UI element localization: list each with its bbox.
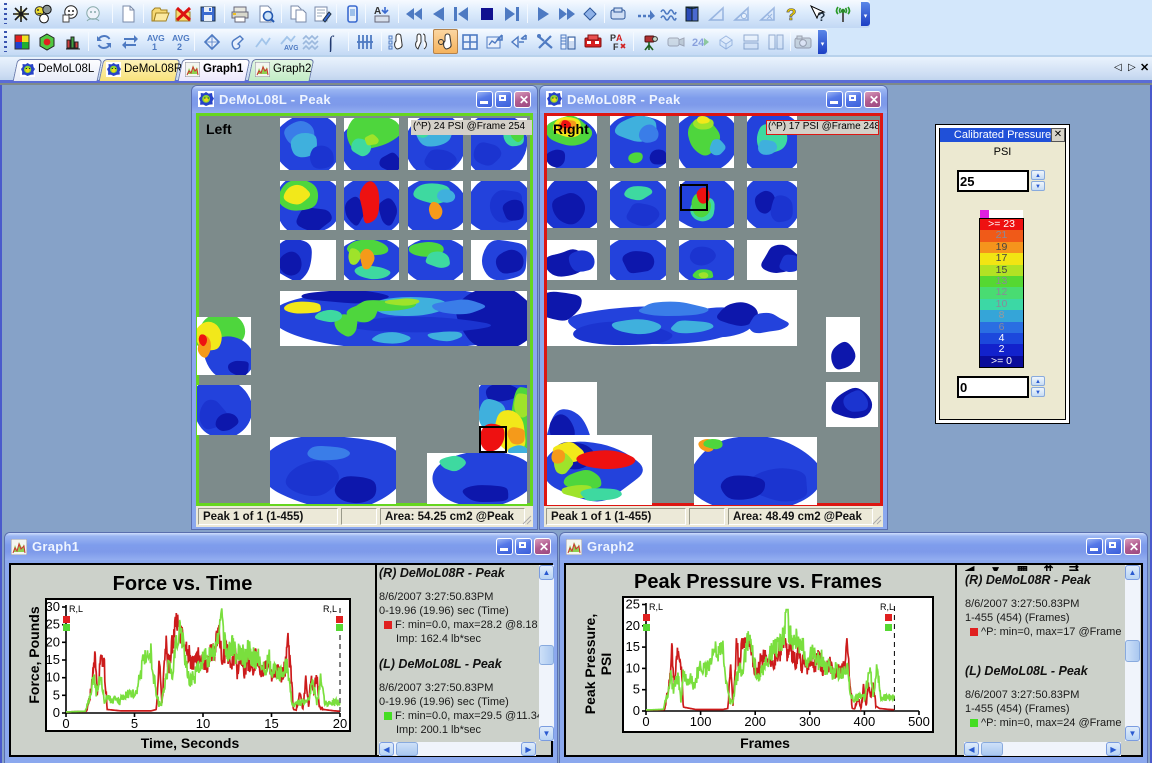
svg-text:1: 1 xyxy=(152,42,157,52)
svg-text:10: 10 xyxy=(47,670,60,685)
svg-text:AVG: AVG xyxy=(284,45,298,52)
svg-text:R,L: R,L xyxy=(69,604,83,614)
svg-text:20: 20 xyxy=(626,618,640,633)
svg-text:0: 0 xyxy=(53,705,60,720)
svg-text:5: 5 xyxy=(633,682,640,697)
svg-text:15: 15 xyxy=(47,652,60,667)
svg-text:500: 500 xyxy=(908,714,930,729)
svg-text:24: 24 xyxy=(692,37,705,49)
svg-text:100: 100 xyxy=(690,714,712,729)
svg-text:0: 0 xyxy=(633,703,640,718)
svg-text:F: F xyxy=(613,42,619,52)
svg-text:5: 5 xyxy=(131,716,138,730)
svg-text:15: 15 xyxy=(626,639,640,654)
svg-text:25: 25 xyxy=(47,617,60,632)
svg-text:10: 10 xyxy=(626,660,640,675)
svg-text:R,L: R,L xyxy=(649,602,663,612)
svg-text:R,L: R,L xyxy=(880,602,894,612)
svg-text:0: 0 xyxy=(62,716,69,730)
svg-text:5: 5 xyxy=(53,687,60,702)
svg-text:25: 25 xyxy=(626,598,640,612)
svg-text:20: 20 xyxy=(333,716,347,730)
svg-text:2: 2 xyxy=(177,42,182,52)
svg-text:300: 300 xyxy=(799,714,821,729)
svg-text:15: 15 xyxy=(264,716,278,730)
svg-text:∫: ∫ xyxy=(327,33,335,52)
svg-text:A: A xyxy=(374,6,381,17)
svg-text:30: 30 xyxy=(47,600,60,614)
svg-text:?: ? xyxy=(786,5,796,24)
svg-text:10: 10 xyxy=(196,716,210,730)
svg-text:R,L: R,L xyxy=(323,604,337,614)
svg-text:20: 20 xyxy=(47,634,60,649)
svg-text:200: 200 xyxy=(744,714,766,729)
svg-text:?: ? xyxy=(818,10,825,24)
svg-text:0: 0 xyxy=(642,714,649,729)
svg-text:400: 400 xyxy=(854,714,876,729)
